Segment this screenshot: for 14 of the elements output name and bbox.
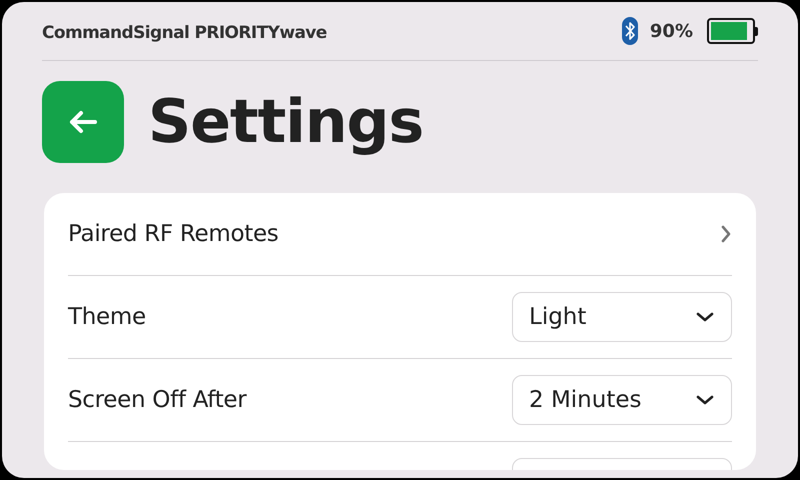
dropdown[interactable]: 2 Minutes bbox=[512, 375, 732, 425]
chevron-down-icon bbox=[695, 311, 715, 323]
dropdown[interactable]: Light bbox=[512, 292, 732, 342]
setting-label: Screen Off After bbox=[68, 387, 246, 413]
setting-label: Theme bbox=[68, 304, 146, 330]
device-name: CommandSignal PRIORITYwave bbox=[42, 22, 327, 43]
battery-percent: 90% bbox=[650, 20, 693, 42]
back-button[interactable] bbox=[42, 81, 124, 163]
page-title: Settings bbox=[148, 87, 424, 157]
battery-icon bbox=[707, 18, 758, 44]
chevron-down-icon bbox=[695, 394, 715, 406]
back-arrow-icon bbox=[68, 109, 98, 135]
chevron-right-icon[interactable] bbox=[720, 224, 732, 244]
setting-label: Paired RF Remotes bbox=[68, 221, 278, 247]
